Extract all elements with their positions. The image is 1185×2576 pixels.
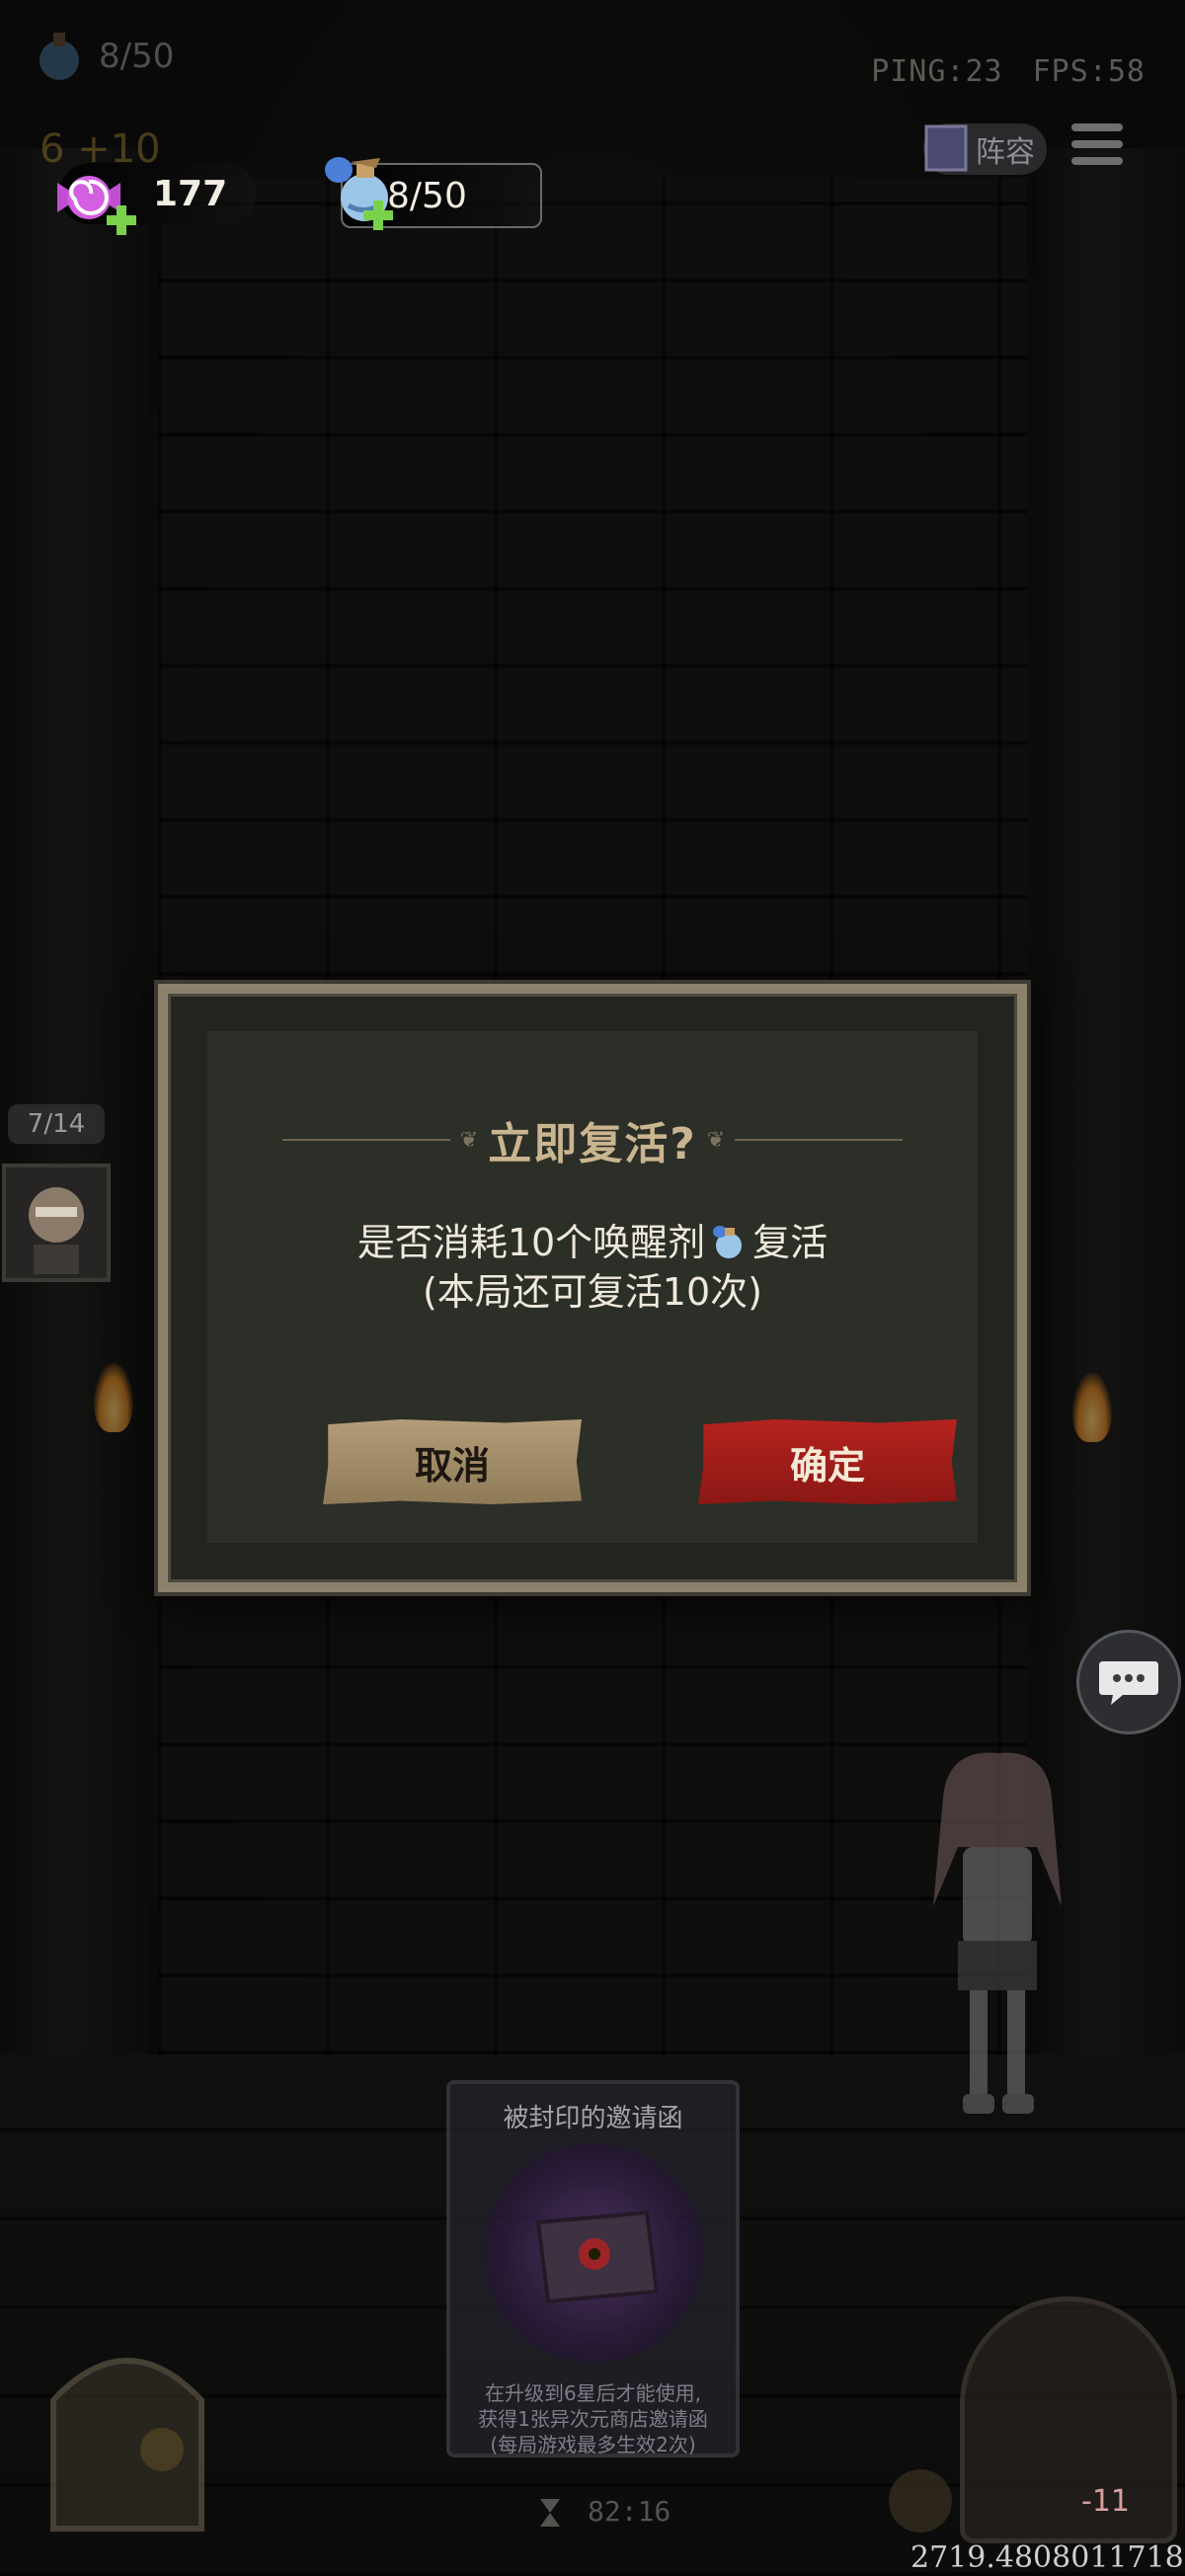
revive-dialog: ❦ 立即复活? ❦ 是否消耗10个唤醒剂 复活 (本局还可复活10次) 取消 确… xyxy=(158,984,1027,1592)
fps-readout: FPS:58 xyxy=(1032,54,1146,89)
hourglass-icon xyxy=(540,2499,560,2527)
chat-icon xyxy=(1099,1661,1158,1705)
card-title: 被封印的邀请函 xyxy=(503,2104,683,2133)
title-divider-left xyxy=(281,1139,450,1141)
cancel-label: 取消 xyxy=(414,1443,490,1488)
title-ornament-left: ❦ xyxy=(459,1127,479,1153)
potion-icon xyxy=(713,1226,743,1258)
menu-button[interactable] xyxy=(1071,123,1123,173)
hud-ghost-potion: 8/50 xyxy=(30,22,174,91)
candy-count: 177 xyxy=(153,173,228,214)
item-card[interactable]: 被封印的邀请函 在升级到6星后才能使用, 获得1张异次元商店邀请函 (每局游戏最… xyxy=(446,2080,740,2457)
sealed-letter-icon xyxy=(535,2210,660,2304)
round-timer: 82:16 xyxy=(588,2495,672,2528)
potion-icon xyxy=(40,33,79,80)
hero-portrait[interactable] xyxy=(960,2296,1177,2543)
team-label: 阵容 xyxy=(976,135,1035,170)
book-icon xyxy=(924,124,968,172)
card-description: 在升级到6星后才能使用, 获得1张异次元商店邀请函 (每局游戏最多生效2次) xyxy=(462,2380,724,2457)
menu-icon xyxy=(1071,123,1123,131)
dialog-message-line2: (本局还可复活10次) xyxy=(422,1270,762,1314)
title-ornament-right: ❦ xyxy=(706,1127,726,1153)
door-button[interactable] xyxy=(14,2311,241,2538)
confirm-button[interactable]: 确定 xyxy=(698,1419,957,1504)
coordinate-readout: 2719.4808011718 xyxy=(910,2540,1184,2575)
dialog-title: 立即复活? xyxy=(488,1119,697,1169)
network-stats: PING:23 FPS:58 xyxy=(841,54,1146,89)
plus-icon[interactable] xyxy=(360,198,396,233)
chat-button[interactable] xyxy=(1076,1630,1181,1734)
ping-readout: PING:23 xyxy=(871,54,1003,89)
plus-icon[interactable] xyxy=(104,202,139,238)
title-divider-right xyxy=(735,1139,904,1141)
confirm-label: 确定 xyxy=(789,1443,865,1488)
cancel-button[interactable]: 取消 xyxy=(323,1419,582,1504)
card-desc-line1: 在升级到6星后才能使用, xyxy=(484,2381,702,2405)
message-text-a: 是否消耗10个唤醒剂 xyxy=(356,1221,706,1264)
card-desc-line3: (每局游戏最多生效2次) xyxy=(490,2433,696,2456)
wave-counter: 7/14 xyxy=(8,1104,105,1144)
enemy-face-icon xyxy=(29,1187,84,1274)
card-desc-line2: 获得1张异次元商店邀请函 xyxy=(478,2407,708,2431)
dialog-panel: ❦ 立即复活? ❦ 是否消耗10个唤醒剂 复活 (本局还可复活10次) 取消 确… xyxy=(207,1031,978,1543)
card-art-sealed-letter xyxy=(484,2143,703,2363)
skill-button[interactable] xyxy=(889,2469,952,2533)
message-text-b: 复活 xyxy=(752,1221,829,1264)
dialog-inner-frame: ❦ 立即复活? ❦ 是否消耗10个唤醒剂 复活 (本局还可复活10次) 取消 确… xyxy=(168,994,1017,1582)
ghost-potion-count: 8/50 xyxy=(99,37,175,76)
dialog-title-row: ❦ 立即复活? ❦ xyxy=(207,1110,978,1169)
hp-change: -11 xyxy=(1081,2484,1130,2519)
enemy-portrait[interactable] xyxy=(2,1164,111,1282)
dialog-message-line1: 是否消耗10个唤醒剂 复活 xyxy=(207,1212,978,1266)
